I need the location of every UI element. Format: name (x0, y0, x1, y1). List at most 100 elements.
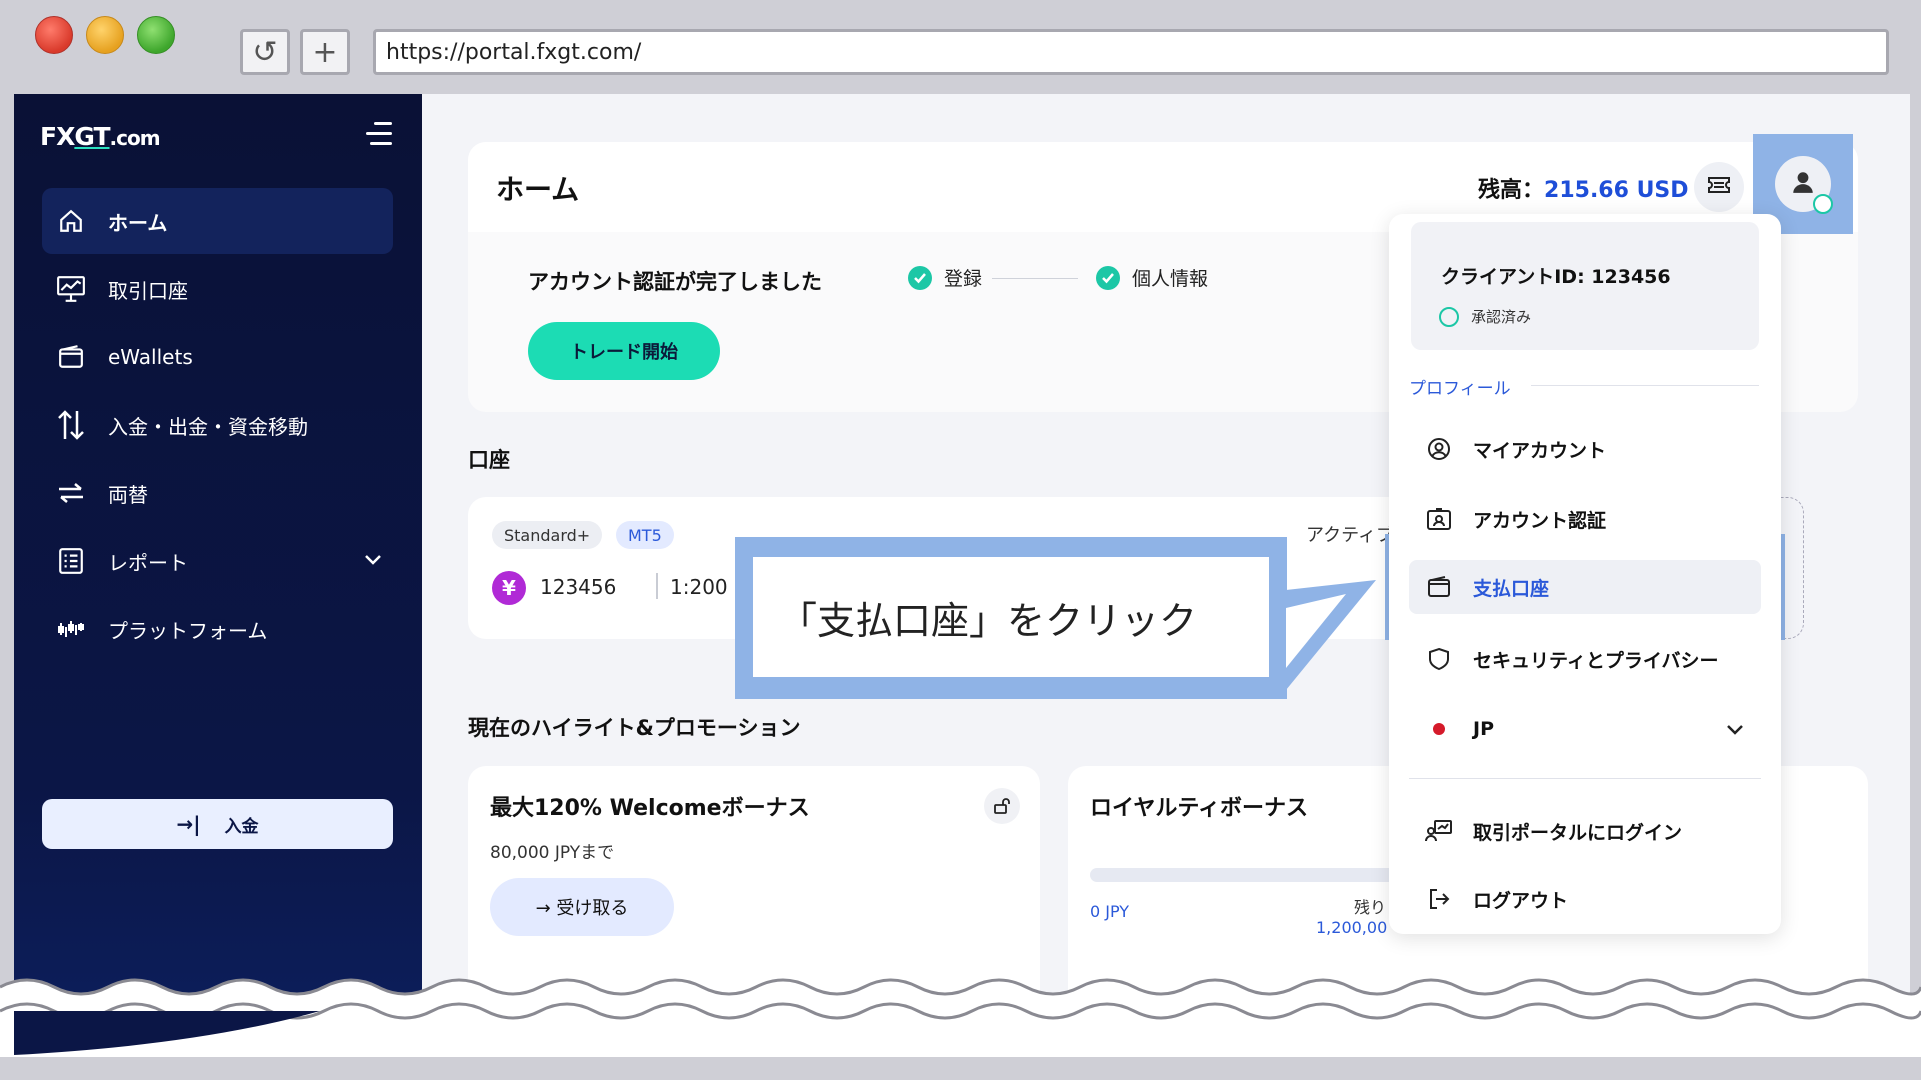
avatar[interactable] (1775, 156, 1833, 214)
plus-icon: + (312, 34, 338, 70)
close-window-button[interactable] (35, 16, 73, 54)
japan-flag-icon (1425, 715, 1453, 743)
loyalty-remaining-label: 残り (1354, 898, 1387, 917)
account-number: 123456 (540, 575, 617, 599)
approval-status: 承認済み (1439, 306, 1531, 327)
logo-gt: GT (74, 122, 110, 151)
sidebar-item-deposit-withdraw[interactable]: 入金・出金・資金移動 (42, 392, 393, 458)
menu-item-label: 支払口座 (1473, 577, 1550, 600)
user-icon (1790, 169, 1816, 199)
logo-fx: FX (40, 122, 75, 151)
loyalty-remaining-value: 1,200,00 (1316, 918, 1388, 937)
maximize-window-button[interactable] (137, 16, 175, 54)
step-label: 登録 (944, 268, 983, 290)
shield-icon (1425, 645, 1453, 673)
torn-edge-decoration (0, 978, 1921, 1080)
sidebar: FXGT.com ホーム 取引口座 eWallets 入金・出金・資金移動 両替 (14, 94, 422, 1080)
deposit-label: 入金 (224, 816, 259, 837)
chevron-down-icon[interactable] (1725, 720, 1745, 742)
balance-label: 残高： (1478, 178, 1545, 203)
loyalty-progress-bar (1090, 868, 1410, 882)
sidebar-item-ewallets[interactable]: eWallets (42, 324, 393, 390)
reload-button[interactable]: ↺ (240, 29, 290, 75)
menu-item-label: ログアウト (1473, 889, 1569, 912)
id-card-icon (1425, 505, 1453, 533)
transfer-arrows-icon (54, 408, 88, 442)
step-connector (992, 278, 1078, 279)
receive-bonus-button[interactable]: → 受け取る (490, 878, 674, 936)
sidebar-item-label: 入金・出金・資金移動 (108, 414, 308, 439)
menu-item-my-account[interactable]: マイアカウント (1409, 422, 1761, 476)
account-type-pill: Standard+ (492, 521, 603, 549)
hamburger-menu-icon[interactable] (366, 122, 392, 146)
leverage: 1:200 (670, 575, 728, 599)
menu-item-trading-portal-login[interactable]: 取引ポータルにログイン (1409, 804, 1761, 858)
new-tab-button[interactable]: + (300, 29, 350, 75)
client-id: クライアントID: 123456 (1441, 266, 1671, 288)
menu-item-account-verification[interactable]: アカウント認証 (1409, 492, 1761, 546)
unlock-icon[interactable] (984, 788, 1020, 824)
sidebar-item-home[interactable]: ホーム (42, 188, 393, 254)
promo-title: 最大120% Welcomeボーナス (490, 796, 810, 821)
divider (1409, 778, 1761, 779)
step-personal-info: 個人情報 (1096, 264, 1208, 291)
start-trading-button[interactable]: トレード開始 (528, 322, 720, 380)
promo-title: ロイヤルティボーナス (1090, 796, 1309, 821)
promotions-section-title: 現在のハイライト&プロモーション (468, 716, 801, 740)
promo-subtitle: 80,000 JPYまで (490, 843, 615, 863)
verified-badge-icon (1813, 194, 1833, 214)
exchange-icon (54, 476, 88, 510)
home-icon (54, 204, 88, 238)
menu-item-label: マイアカウント (1473, 439, 1607, 462)
step-registration: 登録 (908, 264, 982, 291)
address-bar[interactable]: https://portal.fxgt.com/ (373, 29, 1889, 75)
url-text: https://portal.fxgt.com/ (386, 39, 642, 65)
sidebar-item-trading-accounts[interactable]: 取引口座 (42, 256, 393, 322)
callout-pointer (1286, 580, 1376, 690)
balance-amount: 215.66 USD (1544, 178, 1689, 203)
fxgt-logo[interactable]: FXGT.com (40, 122, 161, 151)
menu-item-payment-account[interactable]: 支払口座 (1409, 560, 1761, 614)
page-title: ホーム (496, 173, 580, 206)
wallet-icon (54, 340, 88, 374)
minimize-window-button[interactable] (86, 16, 124, 54)
verification-title: アカウント認証が完了しました (528, 270, 822, 294)
portal-login-icon (1425, 817, 1453, 845)
menu-item-label: セキュリティとプライバシー (1473, 649, 1719, 672)
menu-item-security-privacy[interactable]: セキュリティとプライバシー (1409, 632, 1761, 686)
yen-currency-icon: ¥ (492, 571, 526, 605)
check-circle-icon (1439, 306, 1459, 327)
voucher-button[interactable] (1694, 162, 1744, 212)
divider (656, 573, 658, 599)
deposit-button[interactable]: →| 入金 (42, 799, 393, 849)
accounts-section-title: 口座 (468, 448, 510, 472)
menu-item-label: JP (1473, 718, 1494, 740)
menu-item-label: アカウント認証 (1473, 509, 1607, 532)
user-circle-icon (1425, 435, 1453, 463)
account-status: アクティブ (1306, 525, 1395, 546)
ticket-icon (1707, 176, 1731, 198)
platform-pill: MT5 (616, 521, 674, 549)
sidebar-item-exchange[interactable]: 両替 (42, 460, 393, 526)
chart-monitor-icon (54, 272, 88, 306)
divider (1531, 385, 1759, 386)
check-circle-icon (908, 265, 932, 290)
menu-item-logout[interactable]: ログアウト (1409, 872, 1761, 926)
chevron-down-icon[interactable] (363, 548, 383, 572)
sidebar-item-platform[interactable]: プラットフォーム (42, 596, 393, 662)
step-label: 個人情報 (1132, 268, 1209, 290)
approval-label: 承認済み (1471, 308, 1532, 326)
sidebar-item-reports[interactable]: レポート (42, 528, 393, 594)
sidebar-item-label: 取引口座 (108, 278, 188, 303)
balance-display: 残高：215.66 USD (1478, 172, 1689, 204)
instruction-callout: 「支払口座」をクリック (735, 537, 1287, 699)
menu-item-language[interactable]: JP (1409, 702, 1761, 756)
wallet-icon (1425, 573, 1453, 601)
reload-icon: ↺ (252, 34, 278, 70)
logo-com: .com (109, 126, 161, 150)
logout-icon (1425, 885, 1453, 913)
sidebar-item-label: プラットフォーム (108, 618, 268, 643)
callout-text: 「支払口座」をクリック (753, 557, 1269, 677)
browser-chrome: ↺ + https://portal.fxgt.com/ (0, 0, 1921, 94)
sidebar-item-label: レポート (108, 550, 188, 575)
